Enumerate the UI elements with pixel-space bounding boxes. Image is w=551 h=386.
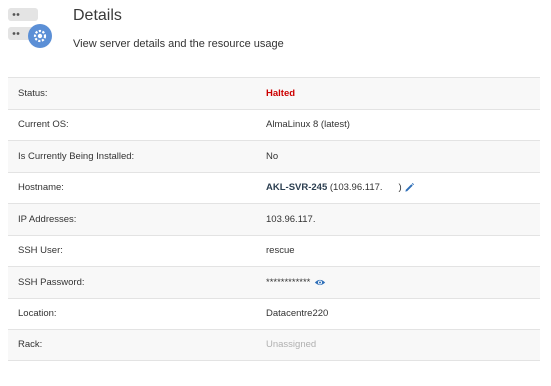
- row-location: Location: Datacentre220: [8, 297, 540, 330]
- row-ssh-password: SSH Password: ************: [8, 266, 540, 298]
- server-gear-icon: [8, 8, 52, 48]
- rack-label: Rack:: [18, 339, 43, 351]
- ip-label: IP Addresses:: [18, 213, 77, 225]
- row-status: Status: Halted: [8, 77, 540, 109]
- ip-value: 103.96.117.: [266, 213, 316, 225]
- row-current-os: Current OS: AlmaLinux 8 (latest): [8, 108, 540, 141]
- os-label: Current OS:: [18, 119, 69, 131]
- page-header: Details View server details and the reso…: [0, 0, 551, 70]
- status-label: Status:: [18, 87, 48, 99]
- hostname-ip: (103.96.117.: [327, 182, 383, 194]
- hostname-label: Hostname:: [18, 182, 64, 194]
- os-value: AlmaLinux 8 (latest): [266, 119, 350, 131]
- rack-value: Unassigned: [266, 339, 317, 351]
- hostname-ip-end: ): [398, 182, 402, 194]
- row-rack: Rack: Unassigned: [8, 329, 540, 361]
- row-ip-addresses: IP Addresses: 103.96.117.: [8, 203, 540, 235]
- hostname-value: AKL-SVR-245: [266, 182, 328, 194]
- ssh-password-value: ************: [266, 276, 311, 288]
- location-value: Datacentre220: [266, 308, 329, 320]
- page-title: Details: [73, 7, 122, 24]
- row-ssh-user: SSH User: rescue: [8, 234, 540, 267]
- ssh-password-label: SSH Password:: [18, 276, 85, 288]
- ssh-user-value: rescue: [266, 245, 295, 257]
- status-value: Halted: [266, 87, 296, 99]
- installing-label: Is Currently Being Installed:: [18, 150, 135, 162]
- eye-icon[interactable]: [314, 278, 326, 287]
- row-hostname: Hostname: AKL-SVR-245 (103.96.117. ): [8, 171, 540, 204]
- installing-value: No: [266, 150, 279, 162]
- page-subtitle: View server details and the resource usa…: [73, 38, 284, 50]
- ssh-user-label: SSH User:: [18, 245, 63, 257]
- pencil-icon[interactable]: [404, 182, 415, 193]
- row-installing: Is Currently Being Installed: No: [8, 140, 540, 172]
- server-details-table: Status: Halted Current OS: AlmaLinux 8 (…: [8, 77, 540, 361]
- location-label: Location:: [18, 308, 57, 320]
